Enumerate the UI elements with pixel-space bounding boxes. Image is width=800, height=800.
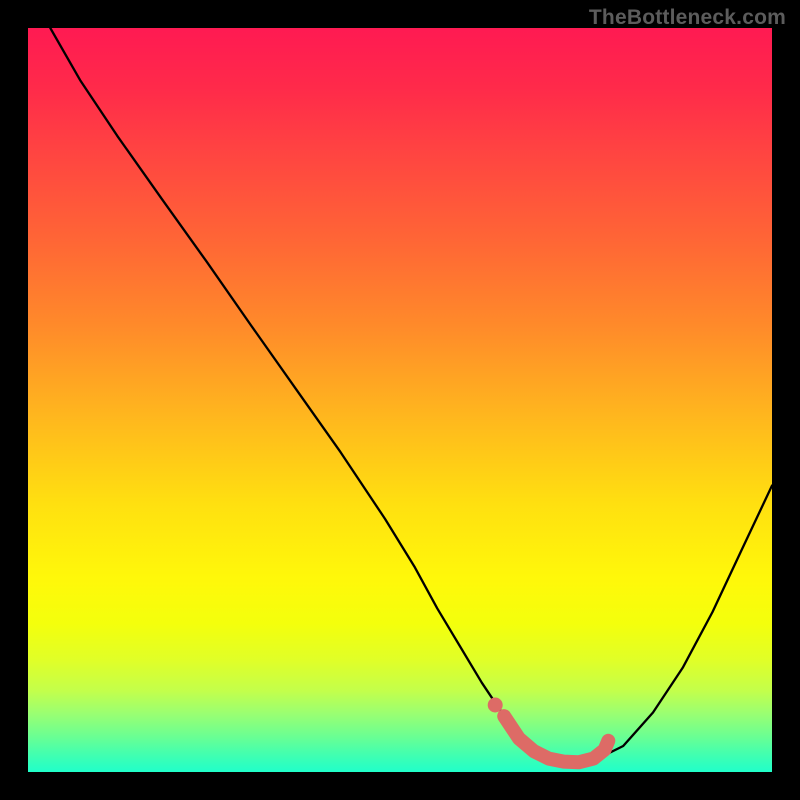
plot-area xyxy=(28,28,772,772)
highlight-start-dot xyxy=(488,698,503,713)
curve-overlay xyxy=(28,28,772,772)
chart-container: TheBottleneck.com xyxy=(0,0,800,800)
bottleneck-curve xyxy=(50,28,772,765)
watermark-label: TheBottleneck.com xyxy=(589,6,786,30)
optimal-range-highlight xyxy=(504,716,608,762)
